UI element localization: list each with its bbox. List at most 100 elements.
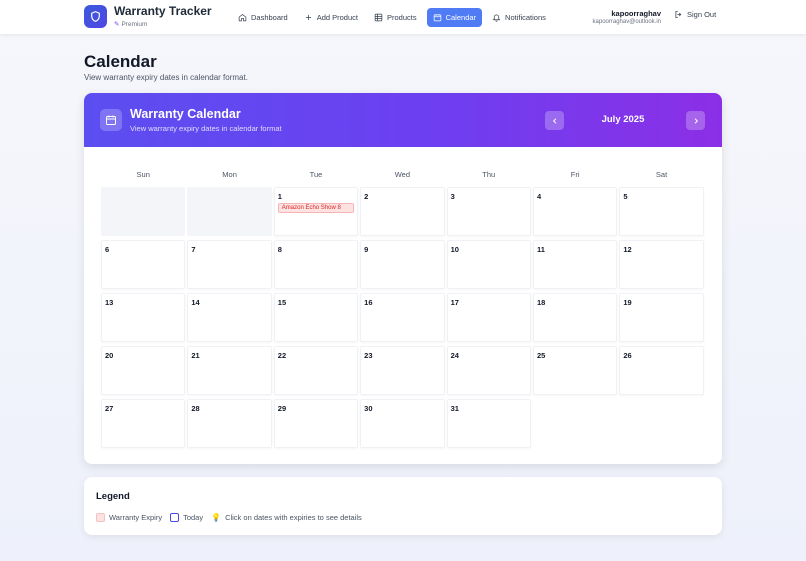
brand[interactable]: Warranty Tracker ✎ Premium [84,5,212,28]
day-number: 31 [450,404,459,413]
weekday-sat: Sat [655,170,668,179]
calendar-day-5[interactable]: 5 [619,187,704,236]
chevron-left-icon [552,117,556,124]
day-number: 20 [105,351,114,360]
calendar-icon [433,14,441,22]
shield-icon [84,5,107,28]
calendar-day-29[interactable]: 29 [273,399,359,448]
calendar-day-26[interactable]: 26 [619,346,704,395]
nav-calendar-label: Calendar [445,13,477,22]
day-number: 19 [623,298,632,307]
calendar-day-20[interactable]: 20 [101,346,186,395]
top-navbar: Warranty Tracker ✎ Premium Dashboard Add… [0,0,806,34]
home-icon [238,14,247,22]
nav-notifications[interactable]: Notifications [486,8,552,27]
calendar-day-12[interactable]: 12 [619,240,704,289]
calendar-day-1[interactable]: 1 Amazon Echo Show 8 [273,187,359,236]
day-number: 13 [105,298,114,307]
day-number: 11 [536,245,545,254]
prev-month-button[interactable] [545,111,564,130]
calendar-day-11[interactable]: 11 [532,240,618,289]
legend-today: Today [170,513,203,522]
calendar-card: Warranty Calendar View warranty expiry d… [84,93,722,464]
day-number: 25 [536,351,546,360]
calendar-day-31[interactable]: 31 [446,399,531,448]
calendar-day-7[interactable]: 7 [187,240,272,289]
calendar-day-30[interactable]: 30 [360,399,445,448]
nav-calendar[interactable]: Calendar [426,8,483,27]
expiry-swatch [96,513,105,522]
brand-title: Warranty Tracker [114,4,212,18]
calendar-day-2[interactable]: 2 [360,187,445,236]
day-number: 28 [191,404,200,413]
legend-title: Legend [96,491,130,502]
calendar-day-24[interactable]: 24 [446,346,531,395]
day-number: 26 [623,351,632,360]
calendar-day-13[interactable]: 13 [101,293,186,342]
sign-out-button[interactable]: Sign Out [674,10,716,19]
calendar-day-28[interactable]: 28 [187,399,272,448]
legend-hint-text: Click on dates with expiries to see deta… [225,513,362,522]
legend-today-label: Today [183,513,204,522]
calendar-day-21[interactable]: 21 [187,346,272,395]
nav-notifications-label: Notifications [505,13,546,22]
brand-tier-label: Premium [121,20,148,28]
day-number: 9 [364,245,369,254]
next-month-button[interactable] [686,111,705,130]
calendar-cell-empty [187,187,272,236]
weekday-fri: Fri [570,170,580,179]
legend-expiry: Warranty Expiry [96,513,162,522]
calendar-day-10[interactable]: 10 [446,240,531,289]
calendar-icon [100,109,122,131]
calendar-day-15[interactable]: 15 [273,293,359,342]
day-number: 17 [450,298,459,307]
page-title: Calendar [84,52,157,71]
calendar-day-22[interactable]: 22 [273,346,359,395]
day-number: 15 [277,298,287,307]
user-info: kapoorraghav kapoorraghav@outlook.in [593,9,661,26]
bell-icon [492,14,501,22]
weekday-thu: Thu [482,170,496,179]
brand-tier: ✎ Premium [114,20,212,29]
calendar-day-19[interactable]: 19 [619,293,704,342]
calendar-day-9[interactable]: 9 [360,240,445,289]
calendar-day-6[interactable]: 6 [101,240,186,289]
nav-products-label: Products [386,13,417,22]
calendar-title: Warranty Calendar [130,107,241,121]
calendar-grid: 1 Amazon Echo Show 8 2 3 4 5 6 7 8 9 10 11 12 13 14 15 1… [100,187,705,452]
calendar-day-14[interactable]: 14 [187,293,272,342]
calendar-day-17[interactable]: 17 [446,293,531,342]
nav-products[interactable]: Products [368,8,423,27]
calendar-day-18[interactable]: 18 [532,293,618,342]
page-subtitle: View warranty expiry dates in calendar f… [84,73,248,82]
today-swatch [170,513,180,522]
day-number: 23 [364,351,373,360]
user-name: kapoorraghav [611,9,661,18]
day-number: 6 [105,245,110,254]
legend-hint: 💡 Click on dates with expiries to see de… [211,513,362,522]
plus-icon [305,14,311,21]
calendar-header: Warranty Calendar View warranty expiry d… [84,93,722,147]
nav-add-product-label: Add Product [316,13,358,22]
sign-out-label: Sign Out [687,10,717,19]
calendar-day-16[interactable]: 16 [360,293,445,342]
calendar-day-25[interactable]: 25 [532,346,618,395]
nav-add-product[interactable]: Add Product [298,8,364,27]
calendar-day-4[interactable]: 4 [532,187,618,236]
warranty-expiry-event[interactable]: Amazon Echo Show 8 [277,203,355,213]
day-number: 22 [277,351,287,360]
weekday-sun: Sun [136,170,150,179]
weekday-header: Sun Mon Tue Wed Thu Fri Sat [100,170,705,179]
day-number: 7 [191,245,196,254]
day-number: 16 [364,298,373,307]
day-number: 27 [105,404,114,413]
nav-dashboard[interactable]: Dashboard [232,8,294,27]
chevron-right-icon [694,117,698,124]
nav-dashboard-label: Dashboard [251,13,288,22]
calendar-day-3[interactable]: 3 [446,187,531,236]
day-number: 29 [277,404,287,413]
calendar-day-8[interactable]: 8 [273,240,359,289]
calendar-day-23[interactable]: 23 [360,346,445,395]
calendar-day-27[interactable]: 27 [101,399,186,448]
day-number: 10 [450,245,459,254]
